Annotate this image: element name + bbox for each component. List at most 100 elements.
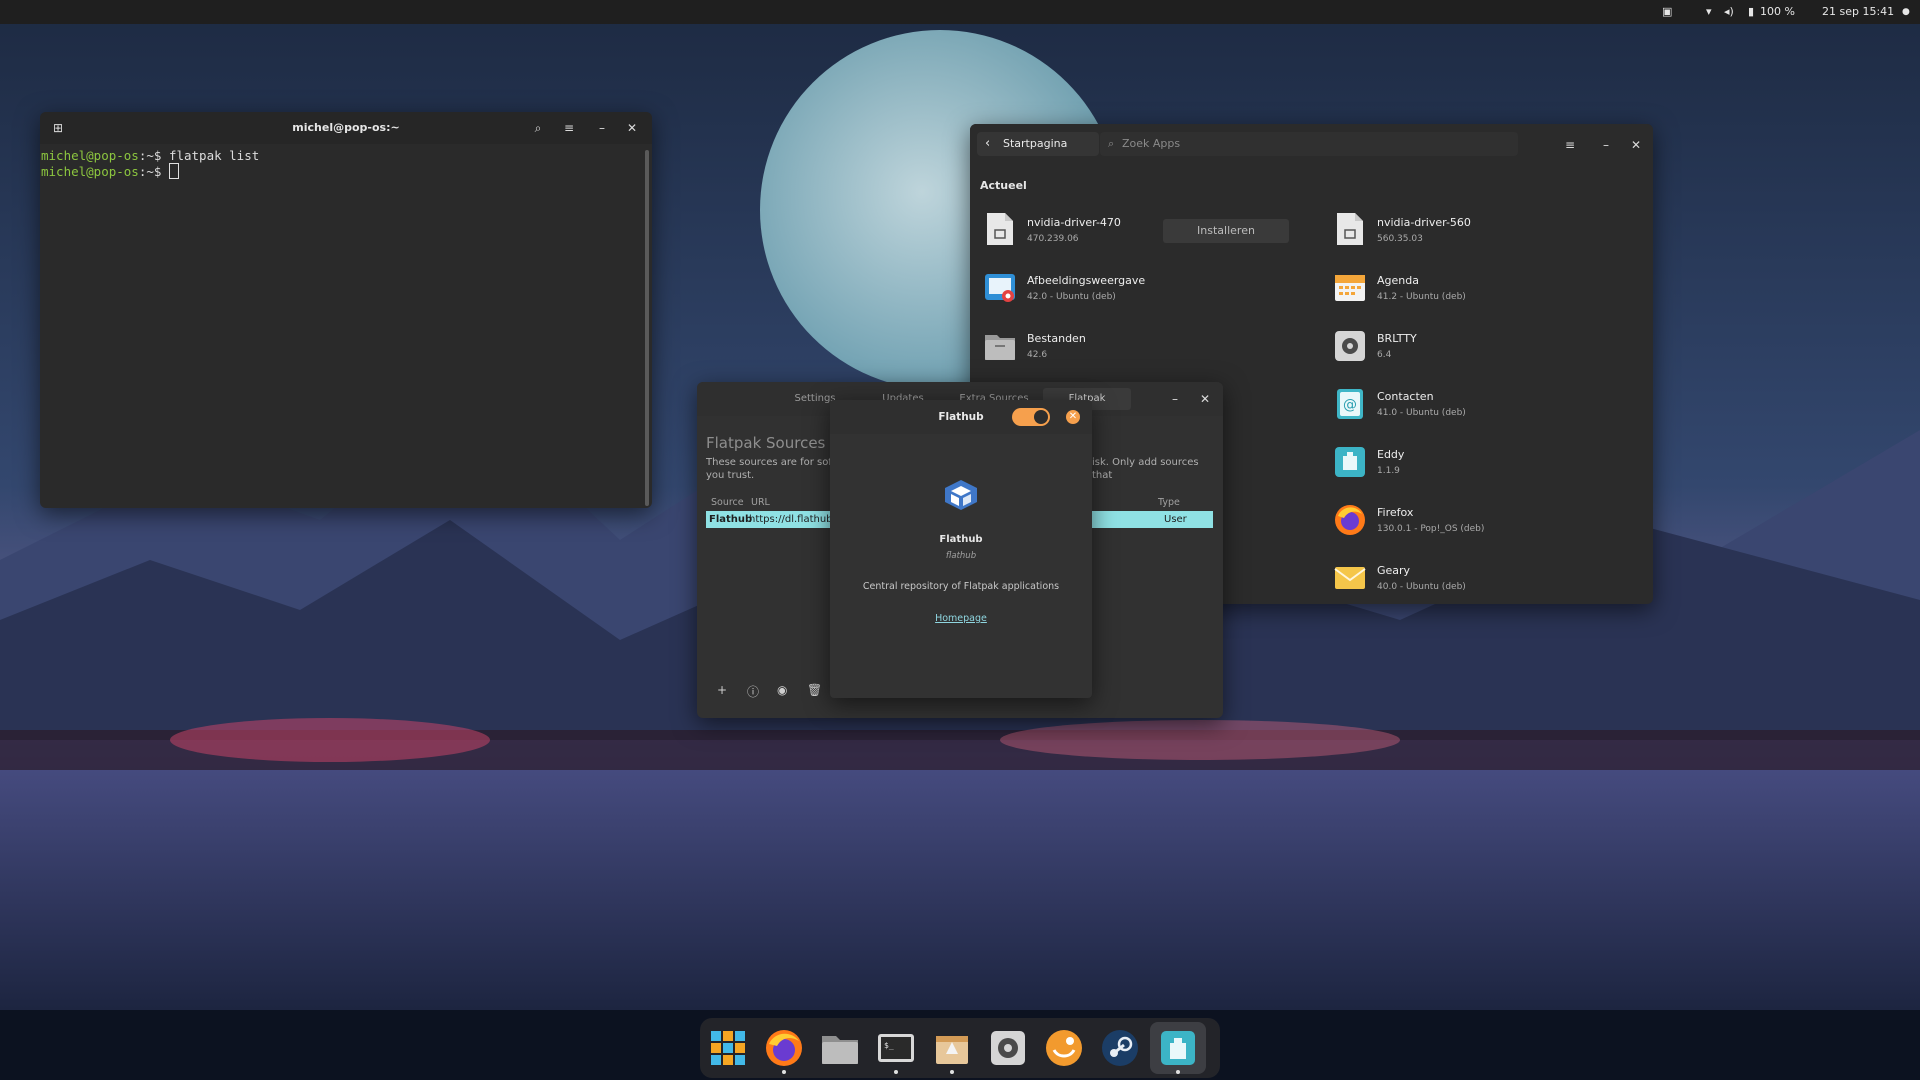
wifi-icon[interactable]: ▾: [1706, 0, 1712, 24]
running-indicator: [894, 1070, 898, 1074]
notification-icon[interactable]: ▣: [1662, 0, 1672, 24]
dialog-title: Flathub: [938, 411, 984, 423]
eddy-icon[interactable]: [1158, 1028, 1198, 1068]
terminal-headerbar[interactable]: ⊞ michel@pop-os:~ ⌕ ≡ – ✕: [40, 112, 652, 144]
column-header-url[interactable]: URL: [751, 497, 770, 508]
app-grid-icon[interactable]: [708, 1028, 748, 1068]
close-icon[interactable]: ✕: [1628, 137, 1644, 153]
source-id: flathub: [945, 551, 977, 561]
column-header-type[interactable]: Type: [1158, 497, 1180, 508]
driver-icon: [1337, 213, 1363, 245]
battery-percent[interactable]: 100 %: [1760, 0, 1795, 24]
volume-icon[interactable]: ◂): [1724, 0, 1734, 24]
search-icon[interactable]: ⌕: [530, 120, 546, 136]
close-icon[interactable]: ✕: [624, 120, 640, 136]
homepage-link[interactable]: Homepage: [830, 613, 1092, 624]
search-icon: ⌕: [1108, 137, 1115, 150]
row-url: https://dl.flathub: [749, 514, 833, 525]
close-icon[interactable]: ✕: [1197, 391, 1213, 407]
enable-toggle[interactable]: [1012, 408, 1050, 426]
app-name: Bestanden: [1027, 332, 1086, 345]
app-version: 6.4: [1377, 350, 1392, 360]
app-item[interactable]: BRLTTY 6.4: [1334, 322, 1634, 368]
top-panel: ▣ ▾ ◂) ▮ 100 % 21 sep 15:41 ●: [0, 0, 1920, 24]
app-item[interactable]: nvidia-driver-560 560.35.03: [1334, 206, 1634, 252]
prompt-separator: :~$: [138, 164, 169, 179]
add-icon[interactable]: +: [717, 683, 727, 697]
app-item[interactable]: Agenda 41.2 - Ubuntu (deb): [1334, 264, 1634, 310]
row-type: User: [1164, 514, 1187, 525]
app-version: 42.6: [1027, 350, 1048, 360]
app-item[interactable]: Eddy 1.1.9: [1334, 438, 1634, 484]
description-text: isk. Only add sources that: [1092, 457, 1199, 481]
menu-icon[interactable]: ≡: [561, 120, 577, 136]
terminal-line: michel@pop-os:~$ flatpak list: [41, 148, 642, 163]
battery-icon[interactable]: ▮: [1748, 0, 1754, 24]
scrollbar[interactable]: [645, 150, 649, 506]
terminal-line: michel@pop-os:~$: [41, 163, 642, 179]
firefox-icon: [1335, 505, 1365, 535]
app-version: 41.2 - Ubuntu (deb): [1377, 292, 1466, 302]
clock[interactable]: 21 sep 15:41: [1822, 0, 1894, 24]
dialog-headerbar: Flathub ✕: [830, 400, 1092, 434]
row-source: Flathub: [709, 514, 753, 525]
text-cursor: [168, 163, 179, 179]
terminal-window: ⊞ michel@pop-os:~ ⌕ ≡ – ✕ michel@pop-os:…: [40, 112, 652, 508]
trash-icon[interactable]: 🗑: [807, 683, 822, 697]
store-icon[interactable]: [932, 1028, 972, 1068]
app-version: 560.35.03: [1377, 234, 1423, 244]
store-headerbar[interactable]: ‹ Startpagina ⌕ Zoek Apps ≡ – ✕: [970, 124, 1653, 166]
firefox-icon[interactable]: [764, 1028, 804, 1068]
running-indicator: [782, 1070, 786, 1074]
app-item[interactable]: Geary 40.0 - Ubuntu (deb): [1334, 554, 1634, 600]
minimize-icon[interactable]: –: [1167, 391, 1183, 407]
app-item[interactable]: Afbeeldingsweergave 42.0 - Ubuntu (deb): [984, 264, 1284, 310]
terminal-icon[interactable]: $_: [876, 1028, 916, 1068]
prompt-user: michel@pop-os: [41, 164, 139, 179]
chevron-left-icon: ‹: [985, 136, 991, 151]
info-icon[interactable]: ⓘ: [747, 683, 759, 700]
source-details-dialog: Flathub ✕ Flathub flathub Central reposi…: [830, 400, 1092, 698]
hexchat-icon[interactable]: [1044, 1028, 1084, 1068]
minimize-icon[interactable]: –: [1598, 137, 1614, 153]
install-button[interactable]: Installeren: [1163, 219, 1289, 243]
column-header-source[interactable]: Source: [711, 497, 744, 508]
app-item[interactable]: Firefox 130.0.1 - Pop!_OS (deb): [1334, 496, 1634, 542]
driver-icon: [987, 213, 1013, 245]
status-dot-icon[interactable]: ●: [1902, 0, 1910, 24]
steam-icon[interactable]: [1100, 1028, 1140, 1068]
eddy-icon: [1335, 447, 1365, 477]
app-name: Contacten: [1377, 390, 1434, 403]
prompt-user: michel@pop-os: [41, 148, 139, 163]
app-name: Agenda: [1377, 274, 1419, 287]
settings-icon[interactable]: [988, 1028, 1028, 1068]
app-version: 42.0 - Ubuntu (deb): [1027, 292, 1116, 302]
app-name: nvidia-driver-470: [1027, 216, 1121, 229]
close-icon[interactable]: ✕: [1066, 410, 1080, 424]
calendar-icon: [1335, 275, 1365, 301]
source-description: Central repository of Flatpak applicatio…: [862, 581, 1060, 592]
app-version: 41.0 - Ubuntu (deb): [1377, 408, 1466, 418]
menu-icon[interactable]: ≡: [1562, 137, 1578, 153]
description-text: you trust.: [706, 470, 755, 481]
svg-text:@: @: [1343, 397, 1357, 413]
search-placeholder: Zoek Apps: [1122, 137, 1181, 150]
back-button[interactable]: ‹ Startpagina: [977, 132, 1099, 156]
prompt-separator: :~$: [138, 148, 169, 163]
app-version: 130.0.1 - Pop!_OS (deb): [1377, 524, 1485, 534]
flathub-logo-icon: [945, 480, 977, 510]
running-indicator: [1176, 1070, 1180, 1074]
terminal-output[interactable]: michel@pop-os:~$ flatpak list michel@pop…: [40, 144, 642, 508]
minimize-icon[interactable]: –: [594, 120, 610, 136]
contacts-icon: @: [1337, 389, 1363, 419]
app-item[interactable]: @ Contacten 41.0 - Ubuntu (deb): [1334, 380, 1634, 426]
back-label: Startpagina: [1003, 137, 1068, 150]
app-item[interactable]: Bestanden 42.6: [984, 322, 1284, 368]
edit-icon[interactable]: ◉: [777, 683, 787, 697]
search-input[interactable]: ⌕ Zoek Apps: [1100, 132, 1518, 156]
app-name: Geary: [1377, 564, 1411, 577]
command-text: flatpak list: [168, 148, 260, 163]
files-icon[interactable]: [820, 1028, 860, 1068]
app-name: Afbeeldingsweergave: [1027, 274, 1146, 287]
image-viewer-icon: [985, 274, 1015, 302]
